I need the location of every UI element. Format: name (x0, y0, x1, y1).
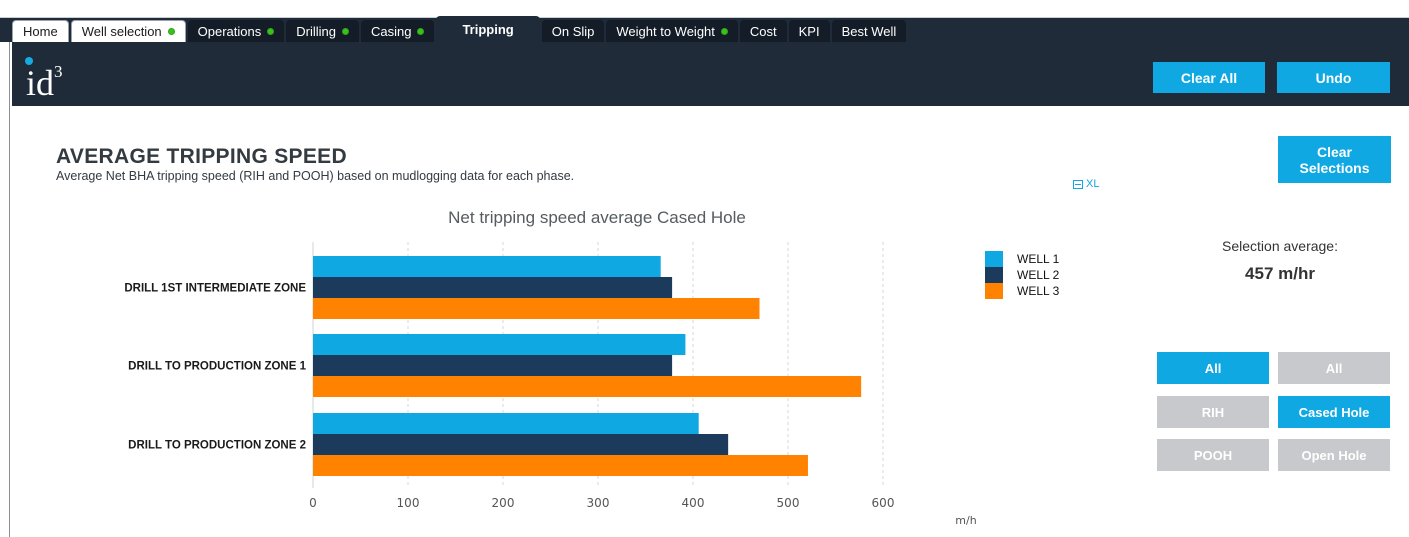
clear-selections-button[interactable]: Clear Selections (1278, 136, 1391, 183)
x-tick-label: 500 (777, 496, 800, 510)
bar-well-2[interactable] (313, 355, 673, 376)
undo-button[interactable]: Undo (1277, 62, 1390, 93)
x-tick-label: 0 (309, 496, 317, 510)
legend-label: WELL 1 (1017, 252, 1060, 266)
category-label: DRILL 1ST INTERMEDIATE ZONE (124, 283, 306, 295)
bar-well-2[interactable] (313, 434, 729, 455)
selection-average-value: 457 m/hr (1245, 264, 1315, 283)
bar-well-3[interactable] (313, 455, 808, 476)
selection-average-label: Selection average: (1222, 238, 1338, 254)
filter-button-label: RIH (1201, 404, 1225, 420)
x-tick-label: 100 (397, 496, 420, 510)
x-tick-label: 200 (492, 496, 515, 510)
filter-open-hole-button[interactable]: Open Hole (1278, 439, 1390, 471)
filter-pooh-button[interactable]: POOH (1157, 439, 1269, 471)
legend-label: WELL 2 (1017, 268, 1060, 282)
legend-swatch (985, 283, 1003, 299)
clear-selections-label: Clear Selections (1299, 143, 1370, 176)
legend-item[interactable]: WELL 2 (985, 267, 1059, 283)
x-tick-label: 600 (872, 496, 895, 510)
filter-button-label: All (1325, 360, 1343, 376)
filter-rih-button[interactable]: RIH (1157, 396, 1269, 428)
bar-well-1[interactable] (313, 334, 686, 355)
legend-item[interactable]: WELL 1 (985, 251, 1059, 267)
bar-well-1[interactable] (313, 256, 661, 277)
x-axis-label: m/h (955, 514, 976, 527)
x-tick-label: 300 (587, 496, 610, 510)
bar-well-2[interactable] (313, 277, 673, 298)
legend-swatch (985, 251, 1003, 267)
bar-well-3[interactable] (313, 376, 862, 397)
clear-all-button[interactable]: Clear All (1153, 62, 1265, 93)
bar-well-3[interactable] (313, 298, 760, 319)
bar-well-1[interactable] (313, 413, 699, 434)
category-label: DRILL TO PRODUCTION ZONE 2 (128, 440, 306, 452)
filter-all-direction-button[interactable]: All (1157, 352, 1269, 384)
filter-button-label: POOH (1193, 447, 1233, 463)
bar-chart: DRILL 1ST INTERMEDIATE ZONE DRILL TO PROD… (124, 242, 977, 527)
chart-legend: WELL 1 WELL 2 WELL 3 (985, 251, 1059, 299)
filter-all-hole-button[interactable]: All (1278, 352, 1390, 384)
legend-item[interactable]: WELL 3 (985, 283, 1059, 299)
filter-button-label: Cased Hole (1298, 404, 1370, 420)
category-label: DRILL TO PRODUCTION ZONE 1 (128, 361, 306, 373)
filter-button-label: All (1204, 360, 1222, 376)
filter-button-label: Open Hole (1301, 447, 1367, 463)
legend-label: WELL 3 (1017, 284, 1060, 298)
x-tick-label: 400 (682, 496, 705, 510)
legend-swatch (985, 267, 1003, 283)
filter-cased-hole-button[interactable]: Cased Hole (1278, 396, 1390, 428)
